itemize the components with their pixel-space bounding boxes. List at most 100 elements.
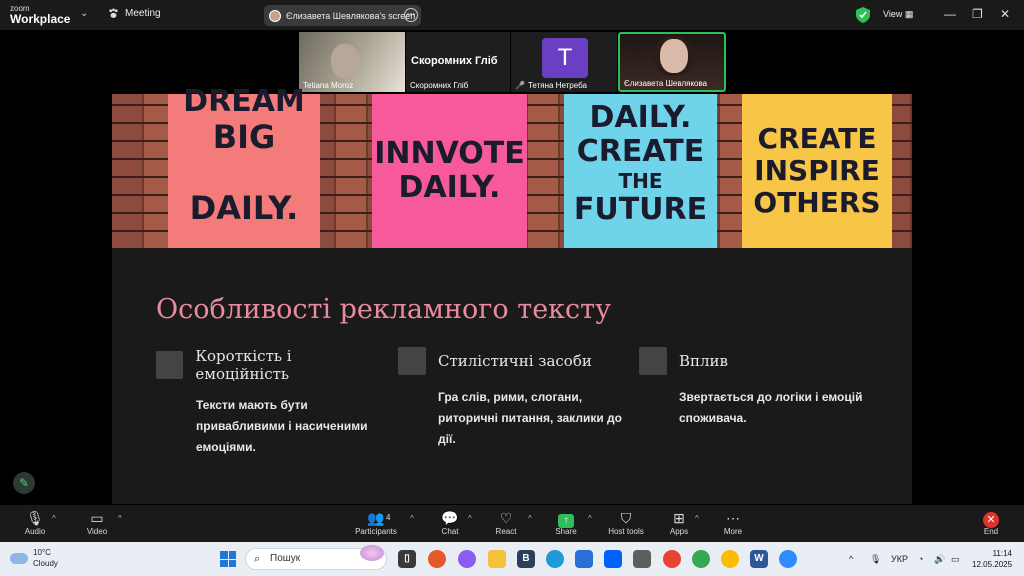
more-options-icon[interactable]: ••• [404, 8, 418, 22]
column-header: Вплив [639, 347, 869, 375]
sticky-note: DAILY. CREATE THE FUTURE [564, 94, 717, 248]
square-icon [639, 347, 667, 375]
participants-icon: 👥 [367, 510, 385, 526]
minimize-button[interactable]: — [944, 7, 956, 21]
meeting-info-button[interactable]: Meeting [108, 8, 161, 19]
note-text: OTHERS [753, 186, 881, 220]
participant-tile[interactable]: Tetiana Moroz [299, 32, 405, 92]
dropbox-icon[interactable] [604, 550, 622, 568]
participant-name: Тетяна Нетреба [527, 81, 587, 90]
view-grid-icon: ▦ [904, 9, 914, 19]
search-icon: ⌕ [254, 553, 261, 565]
file-explorer-icon[interactable] [488, 550, 506, 568]
note-text: DAILY. [398, 170, 501, 205]
note-text: THE [618, 168, 663, 193]
host-tools-label: Host tools [608, 527, 644, 536]
note-text: INSPIRE [754, 153, 880, 187]
video-options-caret[interactable]: ^ [118, 514, 122, 523]
heart-icon: ♡ [499, 510, 513, 526]
clock-time: 11:14 [992, 549, 1012, 558]
volume-icon[interactable]: 🔊 [934, 554, 945, 565]
task-view-icon[interactable]: ▯ [398, 550, 416, 568]
chevron-down-icon[interactable]: ⌄ [80, 8, 88, 19]
view-button[interactable]: View ▦ [883, 9, 913, 20]
chrome-icon[interactable] [663, 550, 681, 568]
microphone-icon[interactable]: 🎙 [870, 554, 881, 565]
react-options-caret[interactable]: ^ [528, 514, 532, 523]
meeting-label: Meeting [125, 8, 161, 19]
more-label: More [723, 527, 743, 536]
note-text: BIG [212, 118, 276, 157]
screen-share-indicator[interactable]: Єлизавета Шевлякова's screen ••• [264, 5, 421, 26]
word-icon[interactable]: W [750, 550, 768, 568]
firefox-icon[interactable] [428, 550, 446, 568]
slide-title: Особливості рекламного тексту [156, 294, 612, 325]
chrome-icon[interactable] [721, 550, 739, 568]
meeting-toolbar: 🎙 Audio ^ ▭ Video ^ 👥 Participants 4 ^ 💬… [0, 505, 1024, 542]
shield-check-icon[interactable] [856, 7, 870, 23]
zoom-icon[interactable] [779, 550, 797, 568]
battery-icon[interactable]: ▭ [951, 554, 960, 565]
maximize-button[interactable]: ❐ [972, 7, 983, 21]
system-clock[interactable]: 11:14 12.05.2025 [972, 548, 1012, 570]
host-tools-button[interactable]: ⛉ Host tools [596, 509, 656, 536]
note-text: DAILY. [589, 99, 692, 135]
participant-name: Єлизавета Шевлякова [624, 79, 708, 88]
chrome-icon[interactable] [692, 550, 710, 568]
participant-tile[interactable]: Скоромних Гліб Скоромних Гліб [406, 32, 510, 92]
participant-tile-active-speaker[interactable]: Єлизавета Шевлякова [618, 32, 726, 92]
avatar: T [542, 38, 588, 78]
app-icon[interactable] [633, 550, 651, 568]
weather-condition: Cloudy [33, 559, 58, 568]
audio-options-caret[interactable]: ^ [52, 514, 56, 523]
react-button[interactable]: ♡ React [476, 509, 536, 536]
store-icon[interactable] [575, 550, 593, 568]
participants-options-caret[interactable]: ^ [410, 514, 414, 523]
participant-name: Tetiana Moroz [303, 81, 354, 90]
sticky-note: CREATE INSPIRE OTHERS [742, 94, 892, 248]
b-app-icon[interactable]: B [517, 550, 535, 568]
shared-slide: DREAM BIG DAILY. INNVOTE DAILY. DAILY. C… [112, 84, 912, 504]
wifi-icon[interactable]: ◔ [918, 554, 923, 564]
column-heading: Стилістичні засоби [438, 352, 592, 370]
note-text: INNVOTE [374, 135, 525, 171]
slide-column: Короткість і емоційність Тексти мають бу… [156, 347, 386, 458]
weather-temp: 10°C [33, 548, 51, 557]
sticky-note: INNVOTE DAILY. [372, 94, 527, 248]
mic-muted-icon: 🎤 [515, 81, 525, 90]
os-taskbar: 10°C Cloudy ⌕ Пошук ▯ B W ^ 🎙 УКР ◔ 🔊 ▭ … [0, 542, 1024, 576]
language-indicator[interactable]: УКР [891, 554, 908, 564]
share-options-caret[interactable]: ^ [588, 514, 592, 523]
participant-name: Скоромних Гліб [410, 81, 469, 90]
apps-options-caret[interactable]: ^ [695, 514, 699, 523]
sticky-note: DREAM BIG DAILY. [168, 84, 320, 248]
chat-label: Chat [441, 527, 459, 536]
end-button[interactable]: ✕ End [961, 509, 1021, 536]
participant-tile[interactable]: T 🎤 Тетяна Нетреба [511, 32, 617, 92]
clock-date: 12.05.2025 [972, 560, 1013, 569]
microphone-icon: 🎙 [26, 510, 44, 526]
audio-button[interactable]: 🎙 Audio [5, 509, 65, 536]
column-header: Стилістичні засоби [398, 347, 628, 375]
more-icon: ⋯ [726, 510, 740, 526]
column-body: Гра слів, рими, слогани, риторичні питан… [438, 390, 622, 446]
participants-label: Participants [355, 527, 397, 536]
weather-widget[interactable]: 10°C Cloudy [10, 547, 58, 569]
copilot-icon[interactable] [458, 550, 476, 568]
column-heading: Вплив [679, 352, 728, 370]
more-button[interactable]: ⋯ More [703, 509, 763, 536]
chat-options-caret[interactable]: ^ [468, 514, 472, 523]
share-button[interactable]: ↑ Share [536, 509, 596, 536]
annotate-pencil-icon[interactable]: ✎ [13, 472, 35, 494]
avatar [269, 9, 281, 22]
edge-icon[interactable] [546, 550, 564, 568]
title-bar: zoom Workplace ⌄ Meeting Єлизавета Шевля… [0, 0, 1024, 30]
chevron-up-icon[interactable]: ^ [849, 554, 853, 564]
video-feed [331, 44, 359, 78]
windows-start-icon[interactable] [220, 551, 236, 567]
logo-line2: Workplace [10, 12, 71, 26]
close-button[interactable]: ✕ [1000, 7, 1010, 21]
participants-button[interactable]: 👥 Participants [346, 509, 406, 536]
apps-button[interactable]: ⊞ Apps [649, 509, 709, 536]
square-icon [398, 347, 426, 375]
